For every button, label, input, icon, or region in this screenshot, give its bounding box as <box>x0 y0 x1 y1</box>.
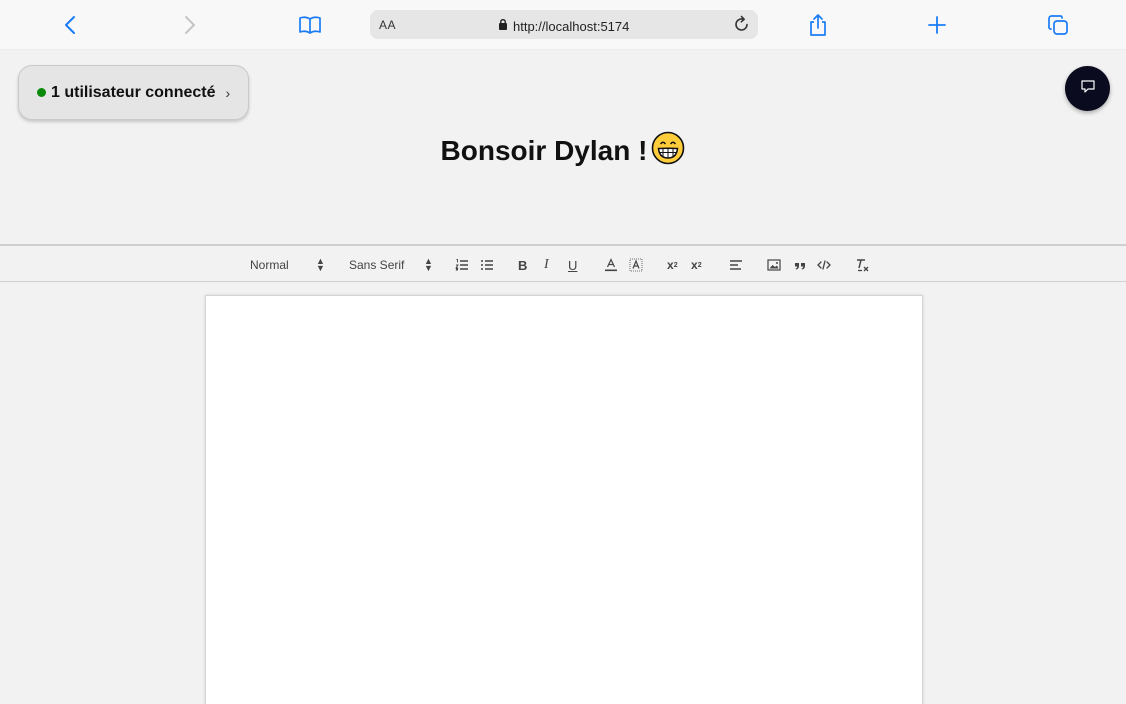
clear-formatting-icon[interactable] <box>855 255 869 275</box>
code-block-icon[interactable] <box>817 255 831 275</box>
tabs-icon[interactable] <box>1043 10 1073 40</box>
align-icon[interactable] <box>729 255 743 275</box>
background-color-icon[interactable] <box>629 255 643 275</box>
greeting-heading: Bonsoir Dylan ! <box>0 131 1126 170</box>
text-color-icon[interactable] <box>604 255 618 275</box>
blockquote-icon[interactable] <box>793 255 807 275</box>
font-select-arrow-icon[interactable]: ▲ ▼ <box>424 257 433 273</box>
reload-icon[interactable] <box>732 14 752 34</box>
bold-icon[interactable]: B <box>518 255 527 275</box>
bullet-list-icon[interactable] <box>480 255 494 275</box>
italic-icon[interactable]: I <box>544 255 549 275</box>
document-editor[interactable] <box>205 295 923 704</box>
connected-users-button[interactable]: 1 utilisateur connecté › <box>18 65 249 120</box>
connected-users-label: 1 utilisateur connecté <box>51 83 216 101</box>
superscript-icon[interactable]: x2 <box>691 255 702 275</box>
grinning-face-icon <box>651 131 685 170</box>
header-select[interactable]: Normal <box>250 255 289 275</box>
share-icon[interactable] <box>803 10 833 40</box>
chat-bubble-icon <box>1080 78 1096 99</box>
back-icon[interactable] <box>55 10 85 40</box>
header-select-value: Normal <box>250 258 289 272</box>
chat-button[interactable] <box>1065 66 1110 111</box>
image-icon[interactable] <box>767 255 781 275</box>
greeting-text: Bonsoir Dylan ! <box>440 134 648 166</box>
browser-toolbar: AA http://localhost:5174 <box>0 0 1126 50</box>
lock-icon <box>498 17 508 35</box>
header-select-arrow-icon[interactable]: ▲ ▼ <box>316 257 325 273</box>
forward-icon[interactable] <box>175 10 205 40</box>
bookmarks-icon[interactable] <box>295 10 325 40</box>
editor-toolbar: Normal ▲ ▼ Sans Serif ▲ ▼ B I U x2 x2 <box>0 244 1126 282</box>
reader-mode-button[interactable]: AA <box>379 18 396 32</box>
new-tab-icon[interactable] <box>922 10 952 40</box>
font-select[interactable]: Sans Serif <box>349 255 404 275</box>
font-select-value: Sans Serif <box>349 258 405 272</box>
ordered-list-icon[interactable] <box>455 255 469 275</box>
underline-icon[interactable]: U <box>568 255 577 275</box>
chevron-right-icon: › <box>225 84 231 101</box>
url-text: http://localhost:5174 <box>513 18 630 34</box>
subscript-icon[interactable]: x2 <box>667 255 678 275</box>
online-status-dot <box>37 88 46 97</box>
address-bar[interactable]: AA http://localhost:5174 <box>370 10 758 39</box>
